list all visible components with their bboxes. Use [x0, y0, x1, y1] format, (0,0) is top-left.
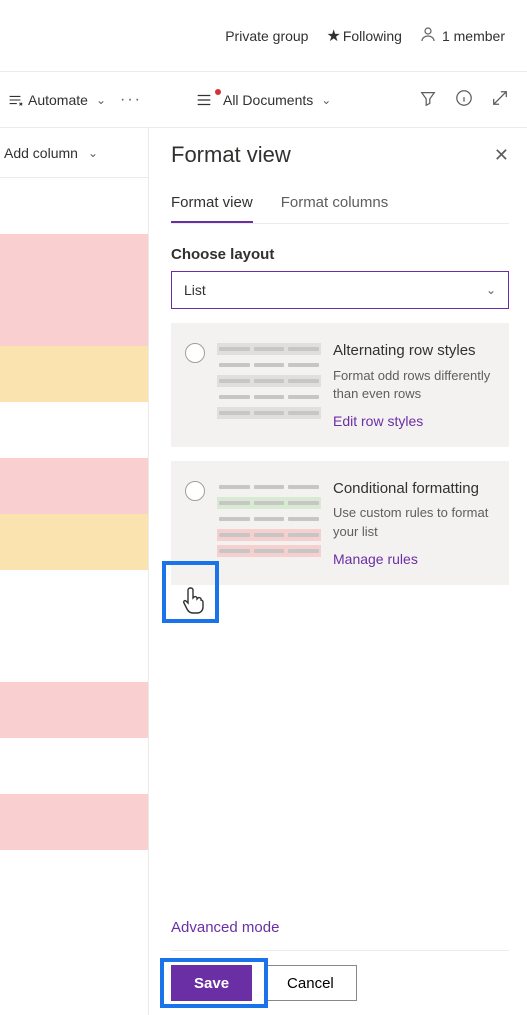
- tab-format-view[interactable]: Format view: [171, 188, 253, 223]
- list-row[interactable]: [0, 290, 148, 346]
- automate-label: Automate: [28, 92, 88, 108]
- card-alternating-desc: Format odd rows differently than even ro…: [333, 367, 493, 403]
- list-row[interactable]: [0, 626, 148, 682]
- save-button[interactable]: Save: [171, 965, 252, 1001]
- panel-tabs: Format view Format columns: [171, 188, 509, 224]
- tab-format-columns[interactable]: Format columns: [281, 188, 389, 223]
- option-conditional-card: Conditional formatting Use custom rules …: [171, 461, 509, 585]
- radio-alternating[interactable]: [185, 343, 205, 363]
- list-row[interactable]: [0, 570, 148, 626]
- card-conditional-desc: Use custom rules to format your list: [333, 504, 493, 540]
- command-bar: Automate ⌄ ··· All Documents ⌄: [0, 72, 527, 128]
- view-switcher[interactable]: All Documents ⌄: [195, 91, 331, 109]
- cancel-button[interactable]: Cancel: [264, 965, 357, 1001]
- chevron-down-icon: ⌄: [486, 283, 496, 297]
- layout-select[interactable]: List ⌄: [171, 271, 509, 309]
- view-name-label: All Documents: [223, 92, 313, 108]
- radio-conditional[interactable]: [185, 481, 205, 501]
- following-label: Following: [343, 28, 402, 44]
- card-alternating-title: Alternating row styles: [333, 341, 493, 361]
- list-row[interactable]: [0, 738, 148, 794]
- panel-title: Format view: [171, 142, 291, 168]
- advanced-mode-link[interactable]: Advanced mode: [171, 919, 509, 936]
- info-icon[interactable]: [455, 89, 473, 110]
- following-group[interactable]: ★ Following: [326, 26, 401, 46]
- option-alternating-card: Alternating row styles Format odd rows d…: [171, 323, 509, 447]
- person-icon: [420, 26, 436, 46]
- format-view-panel: Format view ✕ Format view Format columns…: [149, 128, 527, 1015]
- choose-layout-label: Choose layout: [171, 246, 509, 263]
- close-icon[interactable]: ✕: [494, 145, 509, 166]
- list-row[interactable]: [0, 346, 148, 402]
- list-row[interactable]: [0, 682, 148, 738]
- site-header: Private group ★ Following 1 member: [0, 0, 527, 72]
- chevron-down-icon: ⌄: [96, 93, 106, 107]
- chevron-down-icon: ⌄: [321, 93, 331, 107]
- list-row[interactable]: [0, 458, 148, 514]
- add-column-button[interactable]: Add column ⌄: [0, 128, 148, 178]
- card-conditional-title: Conditional formatting: [333, 479, 493, 499]
- group-type-label: Private group: [225, 28, 308, 44]
- panel-footer: Save Cancel: [171, 950, 509, 1015]
- star-icon: ★: [326, 26, 340, 46]
- expand-icon[interactable]: [491, 89, 509, 110]
- members-group[interactable]: 1 member: [420, 26, 505, 46]
- list-icon: [195, 91, 219, 109]
- list-row[interactable]: [0, 794, 148, 850]
- edit-row-styles-link[interactable]: Edit row styles: [333, 413, 493, 429]
- preview-conditional-icon: [217, 479, 321, 567]
- members-label: 1 member: [442, 28, 505, 44]
- list-column: Add column ⌄: [0, 128, 149, 1015]
- manage-rules-link[interactable]: Manage rules: [333, 551, 493, 567]
- preview-alternating-icon: [217, 341, 321, 429]
- add-column-label: Add column: [4, 145, 78, 161]
- chevron-down-icon: ⌄: [88, 146, 98, 160]
- list-row[interactable]: [0, 234, 148, 290]
- filter-icon[interactable]: [419, 89, 437, 110]
- automate-icon: [6, 91, 24, 109]
- notification-dot-icon: [215, 89, 221, 95]
- list-row[interactable]: [0, 178, 148, 234]
- more-actions-button[interactable]: ···: [120, 91, 142, 109]
- automate-button[interactable]: Automate ⌄: [6, 91, 106, 109]
- layout-select-value: List: [184, 282, 206, 298]
- list-row[interactable]: [0, 402, 148, 458]
- list-row[interactable]: [0, 514, 148, 570]
